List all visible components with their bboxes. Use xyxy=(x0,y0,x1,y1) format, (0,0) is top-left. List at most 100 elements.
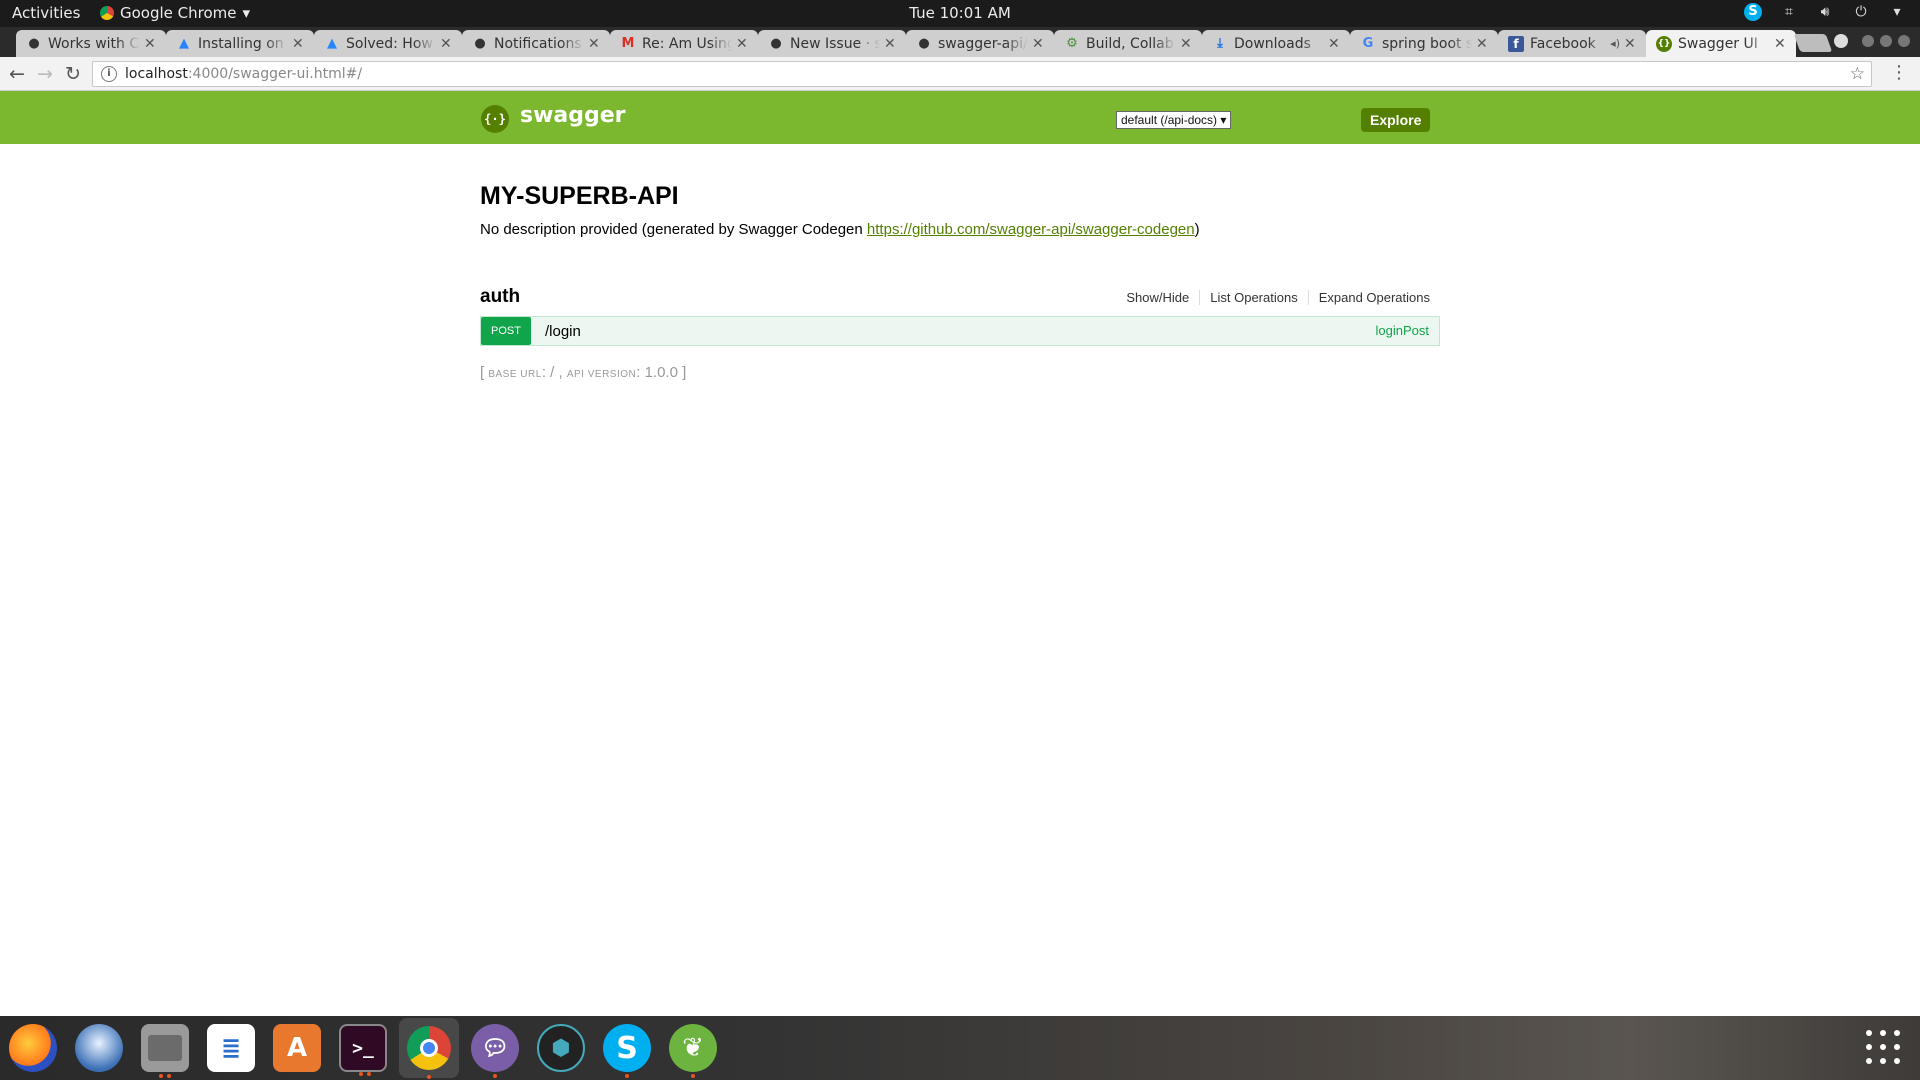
explore-button[interactable]: Explore xyxy=(1361,108,1431,132)
network-icon[interactable]: ⌗ xyxy=(1780,3,1798,21)
api-version-value: : 1.0.0 ] xyxy=(636,364,687,381)
activities-button[interactable]: Activities xyxy=(12,4,80,22)
skype-tray-icon[interactable]: S xyxy=(1744,3,1762,21)
tab[interactable]: ▲ Solved: How ✕ xyxy=(314,30,462,57)
application-dock: ≣ A >_ 💬︎ ⬢ S ❦ xyxy=(0,1016,1920,1080)
http-method-badge[interactable]: POST xyxy=(481,317,531,345)
swagger-icon: {} xyxy=(1656,35,1672,52)
close-window-button[interactable] xyxy=(1898,35,1910,47)
tab-title: Swagger UI xyxy=(1678,35,1758,52)
audio-playing-icon[interactable]: ◂) xyxy=(1610,37,1620,50)
caret-down-icon[interactable]: ▾ xyxy=(1888,3,1906,21)
profile-icon[interactable] xyxy=(1834,34,1848,48)
close-icon[interactable]: ✕ xyxy=(884,36,898,52)
tab-title: swagger-api/ xyxy=(938,35,1028,52)
base-url-value: : / , xyxy=(541,364,567,381)
app-menu-label: Google Chrome xyxy=(120,4,237,22)
files-icon[interactable] xyxy=(141,1024,189,1078)
atlassian-icon: ▲ xyxy=(179,36,189,51)
writer-icon[interactable]: ≣ xyxy=(207,1024,255,1072)
tab[interactable]: ⤓ Downloads ✕ xyxy=(1202,30,1350,57)
close-icon[interactable]: ✕ xyxy=(1774,36,1788,52)
api-description: No description provided (generated by Sw… xyxy=(480,221,1440,238)
facebook-icon: f xyxy=(1508,35,1524,52)
close-icon[interactable]: ✕ xyxy=(144,36,158,52)
tab[interactable]: ⚙ Build, Collab ✕ xyxy=(1054,30,1202,57)
api-info-footer: [ base url: / , api version: 1.0.0 ] xyxy=(480,364,1440,381)
list-operations-link[interactable]: List Operations xyxy=(1200,290,1309,305)
thunderbird-icon[interactable] xyxy=(75,1024,123,1072)
show-hide-link[interactable]: Show/Hide xyxy=(1116,290,1201,305)
gitkraken-icon[interactable]: ⬢ xyxy=(537,1024,585,1072)
clock[interactable]: Tue 10:01 AM xyxy=(0,4,1920,22)
tab-active[interactable]: {} Swagger UI ✕ xyxy=(1646,30,1796,57)
build-icon: ⚙ xyxy=(1066,36,1078,51)
download-icon: ⤓ xyxy=(1217,36,1223,51)
tab[interactable]: M Re: Am Using ✕ xyxy=(610,30,758,57)
chrome-small-icon xyxy=(100,6,114,20)
back-arrow-icon[interactable]: ← xyxy=(6,63,28,85)
tab-title: Notifications xyxy=(494,35,582,52)
operation-path[interactable]: /login xyxy=(545,323,581,340)
base-url-label: base url xyxy=(488,369,542,380)
reload-icon[interactable]: ↻ xyxy=(62,63,84,85)
github-icon: ● xyxy=(918,36,930,51)
close-icon[interactable]: ✕ xyxy=(1328,36,1342,52)
swagger-logo-icon[interactable]: {·} xyxy=(481,105,509,133)
close-icon[interactable]: ✕ xyxy=(736,36,750,52)
tab[interactable]: ● Notifications ✕ xyxy=(462,30,610,57)
tab[interactable]: G spring boot s ✕ xyxy=(1350,30,1498,57)
close-icon[interactable]: ✕ xyxy=(588,36,602,52)
spring-tool-suite-icon[interactable]: ❦ xyxy=(669,1024,717,1078)
bookmark-star-icon[interactable]: ☆ xyxy=(1850,64,1865,84)
software-center-icon[interactable]: A xyxy=(273,1024,321,1072)
new-tab-button[interactable] xyxy=(1793,34,1833,52)
tab[interactable]: f Facebook ◂) ✕ xyxy=(1498,30,1646,57)
url-host: localhost xyxy=(125,66,188,82)
address-bar[interactable]: i localhost :4000/swagger-ui.html#/ ☆ xyxy=(92,61,1872,87)
close-icon[interactable]: ✕ xyxy=(1180,36,1194,52)
minimize-button[interactable] xyxy=(1862,35,1874,47)
tab-title: Re: Am Using xyxy=(642,35,732,52)
system-tray[interactable]: S ⌗ 🔊︎ ⏻ ▾ xyxy=(1744,3,1906,21)
github-icon: ● xyxy=(770,36,782,51)
chrome-menu-icon[interactable]: ⋮ xyxy=(1890,63,1908,83)
gmail-icon: M xyxy=(621,36,635,51)
github-icon: ● xyxy=(474,36,486,51)
swagger-codegen-link[interactable]: https://github.com/swagger-api/swagger-c… xyxy=(867,221,1195,238)
tab[interactable]: ▲ Installing on ✕ xyxy=(166,30,314,57)
close-icon[interactable]: ✕ xyxy=(1476,36,1490,52)
pidgin-icon[interactable]: 💬︎ xyxy=(471,1024,519,1078)
volume-icon[interactable]: 🔊︎ xyxy=(1816,3,1834,21)
api-spec-select[interactable]: default (/api-docs) ▾ xyxy=(1116,111,1232,129)
show-applications-icon[interactable] xyxy=(1866,1030,1902,1066)
skype-icon[interactable]: S xyxy=(603,1024,651,1078)
close-icon[interactable]: ✕ xyxy=(1624,36,1638,52)
power-icon[interactable]: ⏻ xyxy=(1852,3,1870,21)
github-icon: ● xyxy=(28,36,40,51)
expand-operations-link[interactable]: Expand Operations xyxy=(1309,290,1430,305)
tab[interactable]: ● Works with C ✕ xyxy=(16,30,166,57)
atlassian-icon: ▲ xyxy=(327,36,337,51)
maximize-button[interactable] xyxy=(1880,35,1892,47)
chrome-icon[interactable] xyxy=(399,1018,459,1079)
api-title: MY-SUPERB-API xyxy=(480,182,679,210)
close-icon[interactable]: ✕ xyxy=(292,36,306,52)
terminal-icon[interactable]: >_ xyxy=(339,1024,387,1076)
firefox-icon[interactable] xyxy=(9,1024,57,1072)
operation-nickname[interactable]: loginPost xyxy=(1376,323,1429,338)
app-menu[interactable]: Google Chrome ▾ xyxy=(100,4,250,22)
tab[interactable]: ● New Issue · s ✕ xyxy=(758,30,906,57)
tab-title: Installing on xyxy=(198,35,284,52)
tab[interactable]: ● swagger-api/ ✕ xyxy=(906,30,1054,57)
swagger-brand[interactable]: swagger xyxy=(520,103,626,128)
operation-post-login[interactable]: POST /login loginPost xyxy=(480,316,1440,346)
forward-arrow-icon[interactable]: → xyxy=(34,63,56,85)
system-top-bar: Activities Google Chrome ▾ Tue 10:01 AM … xyxy=(0,0,1920,27)
site-info-icon[interactable]: i xyxy=(101,66,117,82)
google-icon: G xyxy=(1362,36,1374,51)
close-icon[interactable]: ✕ xyxy=(440,36,454,52)
api-description-close: ) xyxy=(1194,221,1200,238)
close-icon[interactable]: ✕ xyxy=(1032,36,1046,52)
tab-strip: ● Works with C ✕ ▲ Installing on ✕ ▲ Sol… xyxy=(0,27,1920,57)
